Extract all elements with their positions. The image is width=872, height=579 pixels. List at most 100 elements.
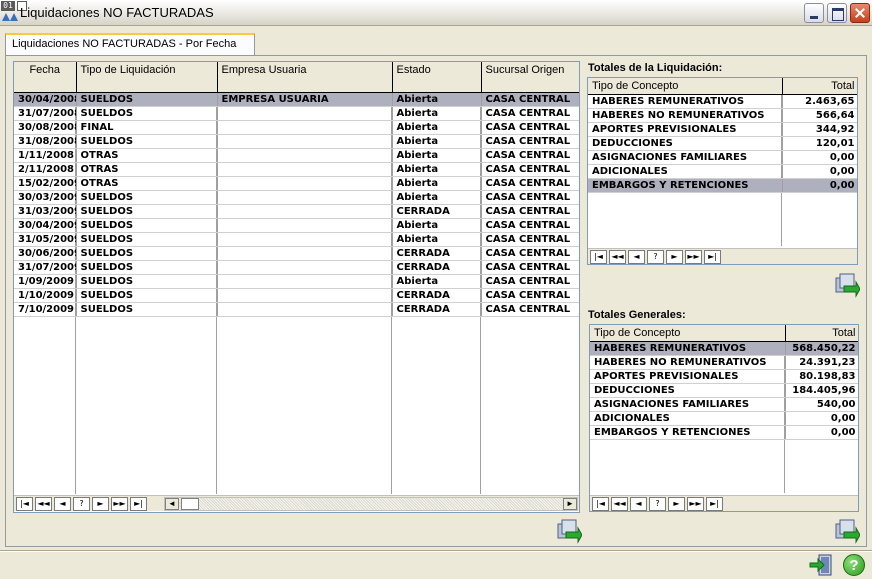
refresh-icon[interactable] — [556, 518, 582, 544]
nav-search-button[interactable]: ? — [647, 250, 664, 264]
liquidacion-row-cell: SUELDOS — [76, 106, 218, 121]
col-header-total[interactable]: Total — [785, 325, 858, 342]
col-header-estado[interactable]: Estado — [392, 62, 482, 93]
concepto-row-cell: 0,00 — [782, 164, 857, 179]
concepto-row[interactable]: HABERES REMUNERATIVOS 568.450,22 — [590, 341, 858, 356]
liquidacion-row[interactable]: 31/07/2008 SUELDOS Abierta CASA CENTRAL — [14, 106, 579, 121]
concepto-row[interactable]: ADICIONALES 0,00 — [588, 164, 857, 179]
concepto-row-cell: APORTES PREVISIONALES — [590, 369, 786, 384]
liquidacion-row[interactable]: 15/02/2009 OTRAS Abierta CASA CENTRAL — [14, 176, 579, 191]
liquidacion-row-cell: CASA CENTRAL — [481, 162, 579, 177]
liquidacion-row[interactable]: 30/08/2008 FINAL Abierta CASA CENTRAL — [14, 120, 579, 135]
concepto-row[interactable]: DEDUCCIONES 120,01 — [588, 136, 857, 151]
concepto-row[interactable]: HABERES NO REMUNERATIVOS 566,64 — [588, 108, 857, 123]
nav-search-button[interactable]: ? — [73, 497, 90, 511]
liquidacion-row[interactable]: 2/11/2008 OTRAS Abierta CASA CENTRAL — [14, 162, 579, 177]
col-header-tipo-liquidacion[interactable]: Tipo de Liquidación — [76, 62, 218, 93]
totales-liquidacion-label: Totales de la Liquidación: — [588, 62, 723, 74]
nav-next-button[interactable]: ► — [668, 497, 685, 511]
nav-prev-page-button[interactable]: ◄◄ — [35, 497, 52, 511]
nav-last-button[interactable]: ►| — [130, 497, 147, 511]
liquidacion-row[interactable]: 7/10/2009 SUELDOS CERRADA CASA CENTRAL — [14, 302, 579, 317]
concepto-row[interactable]: APORTES PREVISIONALES 80.198,83 — [590, 369, 858, 384]
nav-next-page-button[interactable]: ►► — [685, 250, 702, 264]
liquidacion-row-cell: 31/07/2008 — [14, 106, 77, 121]
col-header-tipo-concepto[interactable]: Tipo de Concepto — [588, 78, 783, 95]
totales-liquidacion-grid[interactable]: Tipo de Concepto Total HABERES REMUNERAT… — [587, 77, 858, 265]
liquidacion-row-cell: 15/02/2009 — [14, 176, 77, 191]
liquidacion-row-cell: SUELDOS — [76, 190, 218, 205]
nav-search-button[interactable]: ? — [649, 497, 666, 511]
col-header-empresa-usuaria[interactable]: Empresa Usuaria — [217, 62, 393, 93]
liquidacion-row[interactable]: 30/04/2008 SUELDOS EMPRESA USUARIA Abierta C… — [14, 92, 579, 107]
concepto-row[interactable]: ADICIONALES 0,00 — [590, 411, 858, 426]
liquidacion-row-cell: CASA CENTRAL — [481, 176, 579, 191]
nav-prev-page-button[interactable]: ◄◄ — [609, 250, 626, 264]
liquidacion-row-cell: SUELDOS — [76, 302, 218, 317]
nav-prev-page-button[interactable]: ◄◄ — [611, 497, 628, 511]
liquidacion-row[interactable]: 31/03/2009 SUELDOS CERRADA CASA CENTRAL — [14, 204, 579, 219]
liquidacion-row-cell: Abierta — [392, 218, 482, 233]
nav-last-button[interactable]: ►| — [706, 497, 723, 511]
col-header-total[interactable]: Total — [782, 78, 857, 95]
scroll-right-button[interactable]: ► — [563, 498, 577, 510]
tab-por-fecha[interactable]: Liquidaciones NO FACTURADAS - Por Fecha — [5, 33, 255, 55]
concepto-row[interactable]: APORTES PREVISIONALES 344,92 — [588, 122, 857, 137]
title-bar[interactable]: 01 Liquidaciones NO FACTURADAS — [0, 0, 872, 26]
col-header-fecha[interactable]: Fecha — [14, 62, 77, 93]
concepto-row[interactable]: ASIGNACIONES FAMILIARES 0,00 — [588, 150, 857, 165]
nav-next-page-button[interactable]: ►► — [111, 497, 128, 511]
liquidacion-row[interactable]: 30/04/2009 SUELDOS Abierta CASA CENTRAL — [14, 218, 579, 233]
concepto-row[interactable]: EMBARGOS Y RETENCIONES 0,00 — [588, 178, 857, 193]
liquidacion-row-cell: OTRAS — [76, 176, 218, 191]
totales-generales-table[interactable]: Tipo de Concepto Total HABERES REMUNERAT… — [590, 325, 858, 440]
liquidacion-row-cell: SUELDOS — [76, 134, 218, 149]
nav-next-page-button[interactable]: ►► — [687, 497, 704, 511]
liquidacion-row[interactable]: 31/08/2008 SUELDOS Abierta CASA CENTRAL — [14, 134, 579, 149]
scroll-left-button[interactable]: ◄ — [165, 498, 179, 510]
concepto-row[interactable]: ASIGNACIONES FAMILIARES 540,00 — [590, 397, 858, 412]
concepto-row[interactable]: HABERES NO REMUNERATIVOS 24.391,23 — [590, 355, 858, 370]
liquidacion-row[interactable]: 1/10/2009 SUELDOS CERRADA CASA CENTRAL — [14, 288, 579, 303]
totales-liquidacion-table[interactable]: Tipo de Concepto Total HABERES REMUNERAT… — [588, 78, 857, 193]
nav-first-button[interactable]: |◄ — [16, 497, 33, 511]
nav-prev-button[interactable]: ◄ — [628, 250, 645, 264]
concepto-row-cell: 0,00 — [785, 411, 858, 426]
liquidacion-row-cell: CASA CENTRAL — [481, 302, 579, 317]
nav-next-button[interactable]: ► — [92, 497, 109, 511]
concepto-row[interactable]: HABERES REMUNERATIVOS 2.463,65 — [588, 94, 857, 109]
liquidaciones-grid[interactable]: Fecha Tipo de Liquidación Empresa Usuari… — [13, 61, 580, 513]
liquidaciones-table[interactable]: Fecha Tipo de Liquidación Empresa Usuari… — [14, 62, 579, 317]
nav-next-button[interactable]: ► — [666, 250, 683, 264]
concepto-row[interactable]: EMBARGOS Y RETENCIONES 0,00 — [590, 425, 858, 440]
concepto-row-cell: 568.450,22 — [785, 341, 858, 356]
refresh-icon[interactable] — [834, 518, 860, 544]
maximize-button[interactable] — [827, 3, 847, 23]
concepto-row[interactable]: DEDUCCIONES 184.405,96 — [590, 383, 858, 398]
col-header-tipo-concepto[interactable]: Tipo de Concepto — [590, 325, 786, 342]
nav-last-button[interactable]: ►| — [704, 250, 721, 264]
horizontal-scrollbar[interactable]: ◄ ► — [164, 497, 578, 511]
exit-icon[interactable] — [809, 554, 833, 576]
liquidacion-row[interactable]: 31/05/2009 SUELDOS Abierta CASA CENTRAL — [14, 232, 579, 247]
liquidacion-row[interactable]: 1/09/2009 SUELDOS Abierta CASA CENTRAL — [14, 274, 579, 289]
scroll-thumb[interactable] — [181, 498, 199, 510]
close-button[interactable] — [850, 3, 870, 23]
minimize-button[interactable] — [804, 3, 824, 23]
nav-prev-button[interactable]: ◄ — [54, 497, 71, 511]
liquidacion-row[interactable]: 30/03/2009 SUELDOS Abierta CASA CENTRAL — [14, 190, 579, 205]
help-icon[interactable]: ? — [843, 554, 865, 576]
liquidacion-row-cell: 31/05/2009 — [14, 232, 77, 247]
liquidacion-row[interactable]: 1/11/2008 OTRAS Abierta CASA CENTRAL — [14, 148, 579, 163]
nav-first-button[interactable]: |◄ — [592, 497, 609, 511]
liquidacion-row[interactable]: 30/06/2009 SUELDOS CERRADA CASA CENTRAL — [14, 246, 579, 261]
liquidacion-row[interactable]: 31/07/2009 SUELDOS CERRADA CASA CENTRAL — [14, 260, 579, 275]
nav-prev-button[interactable]: ◄ — [630, 497, 647, 511]
liquidacion-row-cell: 30/08/2008 — [14, 120, 77, 135]
nav-first-button[interactable]: |◄ — [590, 250, 607, 264]
col-header-sucursal-origen[interactable]: Sucursal Origen — [481, 62, 579, 93]
totales-generales-grid[interactable]: Tipo de Concepto Total HABERES REMUNERAT… — [589, 324, 859, 512]
concepto-row-cell: ASIGNACIONES FAMILIARES — [590, 397, 786, 412]
refresh-icon[interactable] — [834, 272, 860, 298]
liquidacion-row-cell — [217, 302, 393, 317]
